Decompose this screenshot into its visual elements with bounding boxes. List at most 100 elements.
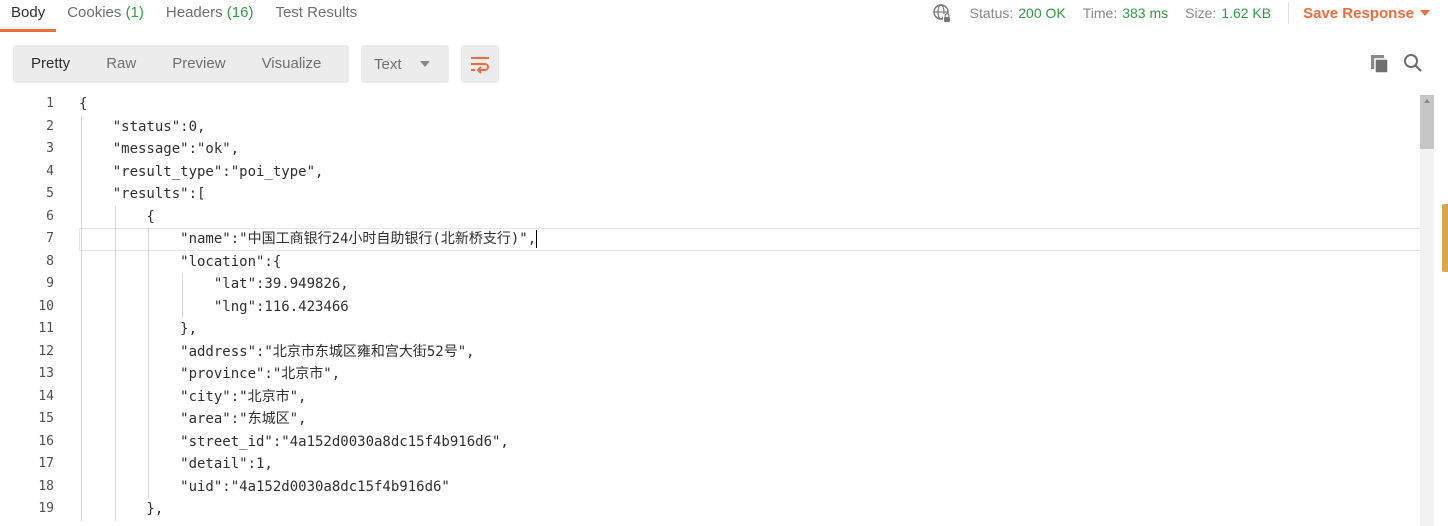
side-panel-handle[interactable] xyxy=(1442,204,1448,272)
code-text: "result_type":"poi_type", xyxy=(79,163,324,180)
line-number: 7 xyxy=(46,231,54,246)
line-number: 6 xyxy=(46,208,54,224)
code-line: 5 "results":[ xyxy=(0,183,1420,206)
line-number: 3 xyxy=(46,141,54,156)
code-text: "location":{ xyxy=(79,253,282,270)
code-line: 9 "lat":39.949826, xyxy=(0,273,1420,296)
code-line: 2 "status":0, xyxy=(0,116,1420,139)
chevron-down-icon[interactable] xyxy=(1420,10,1430,16)
line-number: 8 xyxy=(46,253,54,269)
code-line: 19 }, xyxy=(0,498,1420,521)
code-text: "area":"东城区", xyxy=(79,411,307,427)
code-line: 3 "message":"ok", xyxy=(0,138,1420,161)
response-tabs: Body Cookies (1) Headers (16) Test Resul… xyxy=(0,0,368,32)
code-line: 6 { xyxy=(0,206,1420,229)
raw-button[interactable]: Raw xyxy=(88,45,154,83)
tab-body-label: Body xyxy=(11,4,46,21)
preview-button[interactable]: Preview xyxy=(154,45,243,83)
tab-headers-label: Headers xyxy=(165,4,227,21)
line-number: 12 xyxy=(38,343,54,359)
indent-guide xyxy=(114,205,116,521)
code-text: "lat":39.949826, xyxy=(79,276,349,292)
code-line: 17 "detail":1, xyxy=(0,453,1420,476)
code-text: "uid":"4a152d0030a8dc15f4b916d6" xyxy=(79,478,450,495)
scrollbar-thumb[interactable] xyxy=(1420,95,1434,149)
tab-cookies-count: (1) xyxy=(125,4,144,21)
tab-cookies-label: Cookies xyxy=(67,4,126,21)
code-line: 16 "street_id":"4a152d0030a8dc15f4b916d6… xyxy=(0,431,1420,454)
code-line: 10 "lng":116.423466 xyxy=(0,296,1420,319)
line-number: 1 xyxy=(46,96,54,111)
code-text: "results":[ xyxy=(79,186,206,202)
code-text: }, xyxy=(79,501,164,517)
code-text: "street_id":"4a152d0030a8dc15f4b916d6", xyxy=(79,433,509,450)
code-line: 13 "province":"北京市", xyxy=(0,363,1420,386)
chevron-down-icon xyxy=(419,61,430,67)
wrap-lines-button[interactable] xyxy=(461,45,499,83)
tab-cookies[interactable]: Cookies (1) xyxy=(56,0,155,32)
code-text: }, xyxy=(79,321,198,337)
visualize-button[interactable]: Visualize xyxy=(244,45,340,83)
code-line: 4 "result_type":"poi_type", xyxy=(0,161,1420,184)
code-line: 12 "address":"北京市东城区雍和宫大街52号", xyxy=(0,341,1420,364)
line-number: 18 xyxy=(38,478,54,494)
status-value[interactable]: 200 OK xyxy=(1018,5,1065,21)
save-response-button[interactable]: Save Response xyxy=(1303,5,1414,22)
indent-guide xyxy=(182,273,184,318)
code-text: "message":"ok", xyxy=(79,141,240,157)
text-cursor xyxy=(536,230,538,248)
code-text: { xyxy=(79,96,88,112)
status-label: Status: xyxy=(969,5,1014,21)
code-line: 14 "city":"北京市", xyxy=(0,386,1420,409)
response-meta: Status: 200 OK Time: 383 ms Size: 1.62 K… xyxy=(932,0,1448,26)
code-text: { xyxy=(79,208,155,225)
code-line: 8 "location":{ xyxy=(0,251,1420,274)
size-value[interactable]: 1.62 KB xyxy=(1221,5,1271,21)
search-icon[interactable] xyxy=(1402,52,1424,74)
code-line: 18 "uid":"4a152d0030a8dc15f4b916d6" xyxy=(0,476,1420,499)
code-text: "city":"北京市", xyxy=(79,388,307,405)
time-label: Time: xyxy=(1082,5,1118,21)
tab-headers[interactable]: Headers (16) xyxy=(155,0,265,32)
code-line: 11 }, xyxy=(0,318,1420,341)
code-line: 15 "area":"东城区", xyxy=(0,408,1420,431)
pretty-button[interactable]: Pretty xyxy=(13,45,88,83)
time-value[interactable]: 383 ms xyxy=(1122,5,1168,21)
code-text: "province":"北京市", xyxy=(79,366,341,382)
globe-icon[interactable] xyxy=(932,3,952,23)
line-number: 17 xyxy=(38,456,54,471)
tab-headers-count: (16) xyxy=(226,4,254,21)
response-type-select[interactable]: Text xyxy=(361,45,449,83)
code-text: "detail":1, xyxy=(79,456,273,472)
code-text: "status":0, xyxy=(79,118,206,135)
line-number: 14 xyxy=(38,388,54,404)
line-number: 10 xyxy=(38,298,54,314)
wrap-lines-icon xyxy=(471,57,489,74)
tab-test-results-label: Test Results xyxy=(275,4,358,21)
code-text: "address":"北京市东城区雍和宫大街52号", xyxy=(79,343,475,360)
format-mode-group: Pretty Raw Preview Visualize xyxy=(13,45,349,83)
body-toolbar: Pretty Raw Preview Visualize Text xyxy=(0,44,1448,84)
response-panel: Body Cookies (1) Headers (16) Test Resul… xyxy=(0,0,1448,526)
indent-guide xyxy=(81,115,82,521)
code-line: 1{ xyxy=(0,93,1420,116)
response-header-bar: Body Cookies (1) Headers (16) Test Resul… xyxy=(0,0,1448,32)
line-number: 4 xyxy=(46,163,54,179)
line-number: 16 xyxy=(38,433,54,449)
scroll-up-icon[interactable] xyxy=(1424,99,1430,103)
size-label: Size: xyxy=(1185,5,1217,21)
vertical-scrollbar[interactable] xyxy=(1420,95,1434,526)
line-number: 2 xyxy=(46,118,54,134)
line-number: 9 xyxy=(46,276,54,291)
line-number: 13 xyxy=(38,366,54,381)
code-text: "lng":116.423466 xyxy=(79,298,349,315)
line-number: 15 xyxy=(38,411,54,426)
response-type-value: Text xyxy=(374,55,402,73)
tab-body[interactable]: Body xyxy=(0,0,57,32)
response-body-editor[interactable]: 1{2 "status":0, 3 "message":"ok", 4 "resul… xyxy=(0,93,1420,526)
copy-icon[interactable] xyxy=(1369,53,1391,75)
line-number: 5 xyxy=(46,186,54,201)
code-line: 7 "name":"中国工商银行24小时自助银行(北新桥支行)", xyxy=(0,228,1420,251)
line-number: 11 xyxy=(38,321,54,336)
tab-test-results[interactable]: Test Results xyxy=(264,0,368,32)
